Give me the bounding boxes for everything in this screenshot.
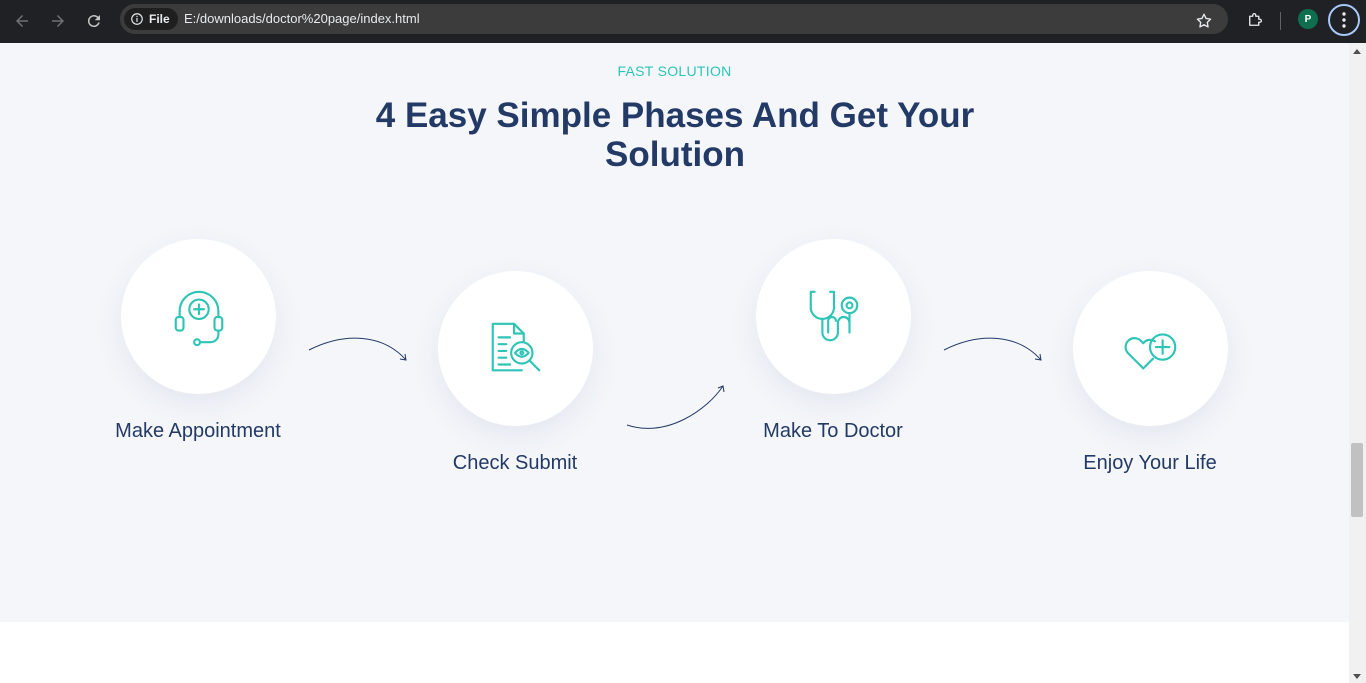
curved-arrow-icon	[308, 337, 407, 361]
arrow-left-icon	[16, 15, 28, 27]
scroll-down-icon[interactable]	[1353, 674, 1361, 679]
reload-button[interactable]	[81, 8, 107, 34]
profile-avatar[interactable]: P	[1298, 9, 1318, 29]
section-eyebrow: FAST SOLUTION	[617, 63, 732, 79]
address-bar[interactable]: File E:/downloads/doctor%20page/index.ht…	[120, 4, 1228, 34]
step-1-circle	[121, 239, 276, 394]
scrollbar-thumb[interactable]	[1351, 443, 1363, 517]
stethoscope-icon	[809, 290, 858, 341]
browser-menu-button[interactable]	[1328, 4, 1360, 36]
page-scrollbar[interactable]	[1349, 43, 1366, 683]
step-3-circle	[756, 239, 911, 394]
url-text[interactable]: E:/downloads/doctor%20page/index.html	[184, 11, 420, 26]
puzzle-icon	[1249, 13, 1262, 26]
site-info-chip[interactable]: File	[124, 8, 178, 30]
back-button[interactable]	[9, 8, 35, 34]
more-vertical-icon	[1342, 12, 1346, 28]
site-info-label: File	[149, 12, 170, 26]
forward-button[interactable]	[45, 8, 71, 34]
page-viewport: FAST SOLUTION 4 Easy Simple Phases And G…	[0, 43, 1349, 683]
scroll-up-icon[interactable]	[1353, 49, 1361, 54]
extensions-button[interactable]	[1242, 7, 1268, 33]
step-4-circle	[1073, 271, 1228, 426]
heart-plus-icon	[1124, 332, 1176, 369]
step-2-circle	[438, 271, 593, 426]
arrow-right-icon	[52, 15, 64, 27]
curved-arrow-icon	[943, 337, 1042, 361]
step-2-label: Check Submit	[452, 452, 578, 474]
toolbar-divider	[1280, 12, 1281, 30]
reload-icon	[87, 15, 100, 28]
step-3-label: Make To Doctor	[763, 420, 903, 442]
browser-toolbar: File E:/downloads/doctor%20page/index.ht…	[0, 0, 1366, 43]
step-1-label: Make Appointment	[115, 420, 281, 442]
section-heading: 4 Easy Simple Phases And Get Your Soluti…	[375, 96, 975, 174]
process-section: FAST SOLUTION 4 Easy Simple Phases And G…	[0, 43, 1349, 622]
bookmark-button[interactable]	[1192, 9, 1216, 33]
headset-medical-icon	[174, 290, 223, 346]
document-search-icon	[491, 322, 540, 371]
step-4-label: Enjoy Your Life	[1083, 452, 1217, 474]
info-icon	[131, 13, 143, 25]
star-icon	[1196, 13, 1212, 28]
